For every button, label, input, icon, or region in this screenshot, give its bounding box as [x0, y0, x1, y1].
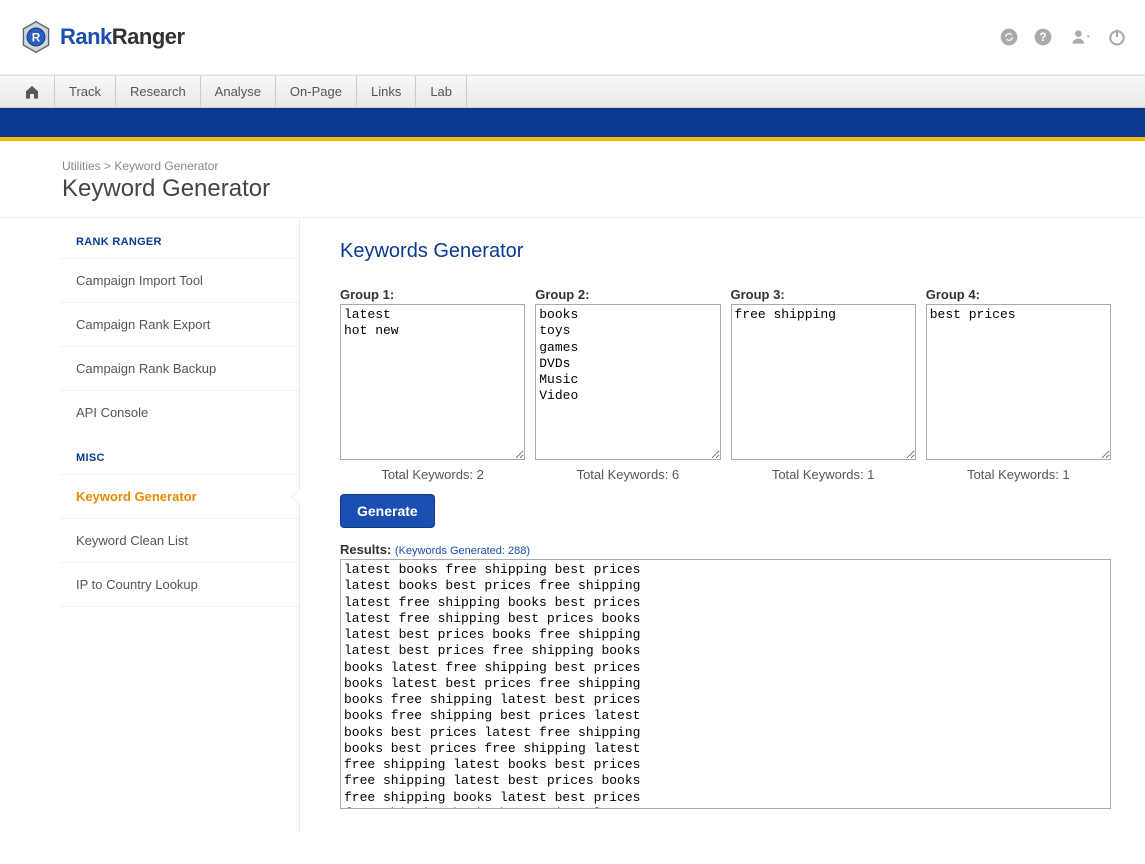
breadcrumb-sep: >	[104, 159, 111, 173]
breadcrumb-area: Utilities > Keyword Generator Keyword Ge…	[0, 141, 1145, 218]
results-label: Results:	[340, 542, 391, 557]
sidebar-item-api-console[interactable]: API Console	[60, 390, 299, 434]
nav-item-analyse[interactable]: Analyse	[201, 76, 276, 107]
home-icon	[24, 84, 40, 100]
group-4-input[interactable]	[926, 304, 1111, 460]
sidebar-item-ip-to-country[interactable]: IP to Country Lookup	[60, 562, 299, 607]
svg-text:?: ?	[1039, 31, 1046, 44]
nav-item-onpage[interactable]: On-Page	[276, 76, 357, 107]
generate-button[interactable]: Generate	[340, 494, 435, 528]
sidebar-item-campaign-rank-backup[interactable]: Campaign Rank Backup	[60, 346, 299, 390]
main-title: Keywords Generator	[340, 240, 1111, 263]
results-count: (Keywords Generated: 288)	[395, 545, 530, 557]
breadcrumb-utilities[interactable]: Utilities	[62, 159, 101, 173]
group-3-count: Total Keywords: 1	[731, 467, 916, 482]
nav-home[interactable]	[10, 76, 55, 107]
logo-icon: R	[18, 19, 54, 55]
breadcrumb: Utilities > Keyword Generator	[62, 159, 1145, 173]
group-2-count: Total Keywords: 6	[535, 467, 720, 482]
main-content: Keywords Generator Group 1: Total Keywor…	[300, 218, 1145, 832]
group-2-label: Group 2:	[535, 287, 720, 302]
group-3-input[interactable]	[731, 304, 916, 460]
sidebar-item-campaign-import[interactable]: Campaign Import Tool	[60, 258, 299, 302]
logo-text: RankRanger	[60, 24, 185, 50]
group-4-count: Total Keywords: 1	[926, 467, 1111, 482]
group-1-input[interactable]	[340, 304, 525, 460]
blue-bar	[0, 108, 1145, 141]
group-1-label: Group 1:	[340, 287, 525, 302]
nav-item-links[interactable]: Links	[357, 76, 416, 107]
header: R RankRanger ?	[0, 0, 1145, 75]
svg-text:R: R	[32, 32, 41, 45]
sidebar-item-keyword-clean-list[interactable]: Keyword Clean List	[60, 518, 299, 562]
group-4-label: Group 4:	[926, 287, 1111, 302]
keyword-groups: Group 1: Total Keywords: 2 Group 2: Tota…	[340, 287, 1111, 482]
nav-item-lab[interactable]: Lab	[416, 76, 467, 107]
sidebar-section-rankranger: RANK RANGER	[60, 218, 299, 258]
results-output[interactable]	[340, 559, 1111, 809]
logo[interactable]: R RankRanger	[18, 19, 185, 55]
sync-icon[interactable]	[999, 27, 1019, 47]
sidebar-item-keyword-generator[interactable]: Keyword Generator	[60, 474, 299, 518]
nav-item-research[interactable]: Research	[116, 76, 201, 107]
power-icon[interactable]	[1107, 27, 1127, 47]
results-header: Results: (Keywords Generated: 288)	[340, 542, 1111, 557]
group-3: Group 3: Total Keywords: 1	[731, 287, 916, 482]
header-icons: ?	[999, 27, 1127, 47]
help-icon[interactable]: ?	[1033, 27, 1053, 47]
user-icon[interactable]	[1067, 27, 1093, 47]
group-4: Group 4: Total Keywords: 1	[926, 287, 1111, 482]
group-3-label: Group 3:	[731, 287, 916, 302]
group-1: Group 1: Total Keywords: 2	[340, 287, 525, 482]
page-title: Keyword Generator	[62, 175, 1145, 203]
nav-item-track[interactable]: Track	[55, 76, 116, 107]
sidebar-item-campaign-rank-export[interactable]: Campaign Rank Export	[60, 302, 299, 346]
group-2: Group 2: Total Keywords: 6	[535, 287, 720, 482]
group-1-count: Total Keywords: 2	[340, 467, 525, 482]
sidebar-section-misc: MISC	[60, 434, 299, 474]
navbar: Track Research Analyse On-Page Links Lab	[0, 75, 1145, 108]
group-2-input[interactable]	[535, 304, 720, 460]
sidebar: RANK RANGER Campaign Import Tool Campaig…	[60, 218, 300, 832]
breadcrumb-current: Keyword Generator	[114, 159, 218, 173]
